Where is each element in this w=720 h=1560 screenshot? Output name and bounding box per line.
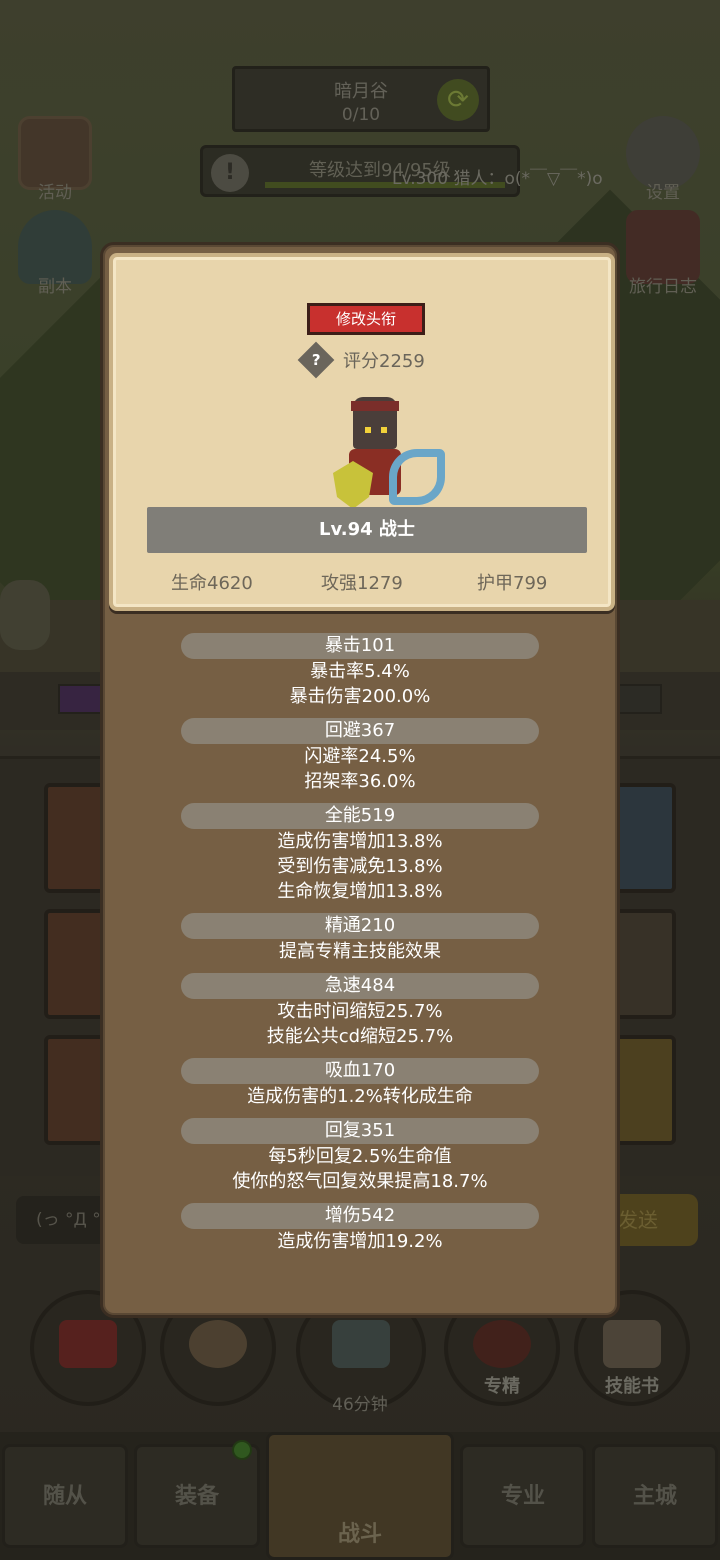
character-stats-modal: 修改头衔 ? 评分2259 Lv.94 战士 生命4620 攻强1279 护甲7… — [100, 242, 620, 1318]
stat-group-header: 暴击101 — [181, 633, 539, 659]
stat-detail-line: 技能公共cd缩短25.7% — [266, 1026, 454, 1047]
stat-detail-line: 暴击伤害200.0% — [289, 686, 431, 707]
stat-detail-line: 攻击时间缩短25.7% — [277, 1001, 443, 1022]
stat-detail-line: 受到伤害减免13.8% — [277, 856, 443, 877]
warrior-portrait — [333, 397, 453, 513]
stat-group-header: 急速484 — [181, 973, 539, 999]
score-text: 评分2259 — [343, 351, 425, 372]
stat-detail-line: 造成伤害的1.2%转化成生命 — [247, 1086, 473, 1107]
secondary-stats-list: 暴击101 暴击率5.4% 暴击伤害200.0% 回避367 闪避率24.5% 招架率36… — [103, 633, 617, 1263]
stat-group-header: 回避367 — [181, 718, 539, 744]
stat-detail-line: 暴击率5.4% — [310, 661, 410, 682]
hp-stat: 生命4620 — [171, 573, 253, 594]
stat-group-header: 增伤542 — [181, 1203, 539, 1229]
stat-group-header: 全能519 — [181, 803, 539, 829]
class-level-label: Lv.94 战士 — [147, 507, 587, 553]
stat-detail-line: 招架率36.0% — [304, 771, 416, 792]
stat-detail-line: 使你的怒气回复效果提高18.7% — [232, 1171, 488, 1192]
base-stats: 生命4620 攻强1279 护甲799 — [113, 569, 611, 597]
rename-title-button[interactable]: 修改头衔 — [307, 303, 425, 335]
stat-detail-line: 闪避率24.5% — [304, 746, 416, 767]
stat-detail-line: 造成伤害增加19.2% — [277, 1231, 443, 1252]
stat-detail-line: 每5秒回复2.5%生命值 — [268, 1146, 452, 1167]
character-card: 修改头衔 ? 评分2259 Lv.94 战士 生命4620 攻强1279 护甲7… — [109, 253, 615, 611]
stat-detail-line: 生命恢复增加13.8% — [277, 881, 443, 902]
attack-stat: 攻强1279 — [321, 573, 403, 594]
stat-group-header: 回复351 — [181, 1118, 539, 1144]
score-row: ? 评分2259 — [297, 341, 425, 379]
stat-group-header: 吸血170 — [181, 1058, 539, 1084]
stat-detail-line: 提高专精主技能效果 — [279, 941, 441, 962]
stat-group-header: 精通210 — [181, 913, 539, 939]
help-icon[interactable]: ? — [297, 341, 335, 379]
armor-stat: 护甲799 — [477, 573, 548, 594]
stat-detail-line: 造成伤害增加13.8% — [277, 831, 443, 852]
